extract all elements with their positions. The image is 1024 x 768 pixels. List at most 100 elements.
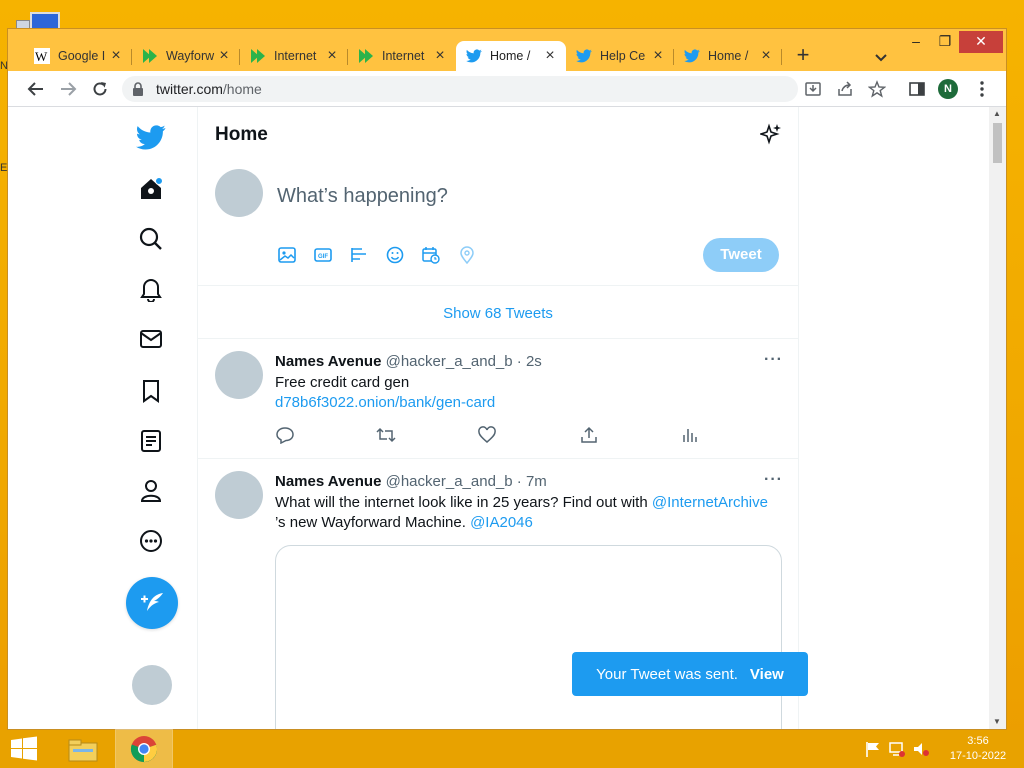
lists-icon[interactable] <box>133 423 169 459</box>
tweet-sent-toast: Your Tweet was sent. View <box>572 652 808 696</box>
close-tab-icon[interactable]: × <box>432 48 448 64</box>
url-path: /home <box>222 81 262 97</box>
tweet-time[interactable]: · 2s <box>517 353 542 370</box>
tweet-button[interactable]: Tweet <box>703 238 779 272</box>
twitter-logo-icon[interactable] <box>133 119 169 155</box>
tweet-body: Free credit card gen <box>275 374 410 391</box>
minimize-button[interactable]: ‒ <box>902 31 930 53</box>
page-title: Home <box>215 124 268 145</box>
scroll-down-arrow-icon[interactable]: ▼ <box>993 717 1001 726</box>
media-image-icon[interactable] <box>277 245 297 265</box>
wayforward-icon <box>358 48 374 64</box>
network-icon[interactable] <box>888 740 906 758</box>
windows-taskbar: 3:56 17-10-2022 <box>0 729 1024 768</box>
tab-internet-1[interactable]: Internet × <box>240 41 348 71</box>
tab-wayforward[interactable]: Wayforw × <box>132 41 240 71</box>
tweet-author-handle[interactable]: @hacker_a_and_b <box>386 473 513 490</box>
show-new-tweets-link[interactable]: Show 68 Tweets <box>198 305 798 322</box>
tweet-author-avatar[interactable] <box>215 351 263 399</box>
scrollbar-thumb[interactable] <box>993 123 1002 163</box>
poll-icon[interactable] <box>349 245 369 265</box>
close-tab-icon[interactable]: × <box>542 48 558 64</box>
side-panel-icon[interactable] <box>904 76 930 102</box>
home-icon[interactable] <box>133 171 169 207</box>
windows-start-icon[interactable] <box>10 735 38 763</box>
page-viewport: Home GIF Tweet Show 68 Tweets Names Aven… <box>8 107 1006 729</box>
tweet-more-options-icon[interactable]: ··· <box>764 351 783 369</box>
browser-toolbar: twitter.com/home N <box>8 71 1006 107</box>
clock-time: 3:56 <box>967 735 989 747</box>
install-app-icon[interactable] <box>800 76 826 102</box>
profile-person-icon[interactable] <box>133 473 169 509</box>
tweet-composer-input[interactable] <box>277 185 677 208</box>
compose-tweet-button[interactable] <box>126 577 178 629</box>
tweet-media-card[interactable] <box>275 545 782 729</box>
maximize-button[interactable]: ❐ <box>932 31 958 53</box>
emoji-icon[interactable] <box>385 245 405 265</box>
forward-button[interactable] <box>55 76 81 102</box>
twitter-bird-icon <box>466 48 482 64</box>
chrome-menu-icon[interactable] <box>969 76 995 102</box>
tab-help-center[interactable]: Help Ce × <box>566 41 674 71</box>
tweet-author-avatar[interactable] <box>215 471 263 519</box>
lock-icon[interactable] <box>132 82 144 101</box>
tab-twitter-home-active[interactable]: Home / × <box>456 41 566 71</box>
messages-envelope-icon[interactable] <box>133 321 169 357</box>
taskbar-clock[interactable]: 3:56 17-10-2022 <box>940 734 1016 764</box>
like-heart-icon[interactable] <box>477 425 497 445</box>
scroll-up-arrow-icon[interactable]: ▲ <box>993 109 1001 118</box>
tab-twitter-home-2[interactable]: Home / × <box>674 41 782 71</box>
action-center-flag-icon[interactable] <box>864 740 882 758</box>
more-circle-icon[interactable] <box>133 523 169 559</box>
tweet-author-name[interactable]: Names Avenue <box>275 473 381 490</box>
share-icon[interactable] <box>832 76 858 102</box>
gif-icon[interactable]: GIF <box>313 245 333 265</box>
back-button[interactable] <box>23 76 49 102</box>
tweet-time[interactable]: · 7m <box>517 473 547 490</box>
file-explorer-icon[interactable] <box>58 730 108 768</box>
tab-google[interactable]: W Google I × <box>24 41 132 71</box>
close-tab-icon[interactable]: × <box>216 48 232 64</box>
chrome-taskbar-icon[interactable] <box>115 729 173 768</box>
address-bar[interactable]: twitter.com/home <box>122 76 798 102</box>
account-avatar[interactable] <box>132 665 172 705</box>
wikipedia-icon: W <box>34 48 50 64</box>
share-tweet-icon[interactable] <box>579 425 599 445</box>
bookmarks-icon[interactable] <box>133 373 169 409</box>
svg-text:W: W <box>35 49 48 64</box>
page-scrollbar[interactable]: ▲ ▼ <box>989 107 1006 729</box>
top-tweets-sparkle-icon[interactable] <box>758 123 782 150</box>
bookmark-star-icon[interactable] <box>864 76 890 102</box>
schedule-icon[interactable] <box>421 245 441 265</box>
close-tab-icon[interactable]: × <box>324 48 340 64</box>
wayforward-icon <box>250 48 266 64</box>
composer-avatar[interactable] <box>215 169 263 217</box>
tab-internet-2[interactable]: Internet × <box>348 41 456 71</box>
tweet-more-options-icon[interactable]: ··· <box>764 471 783 489</box>
svg-text:GIF: GIF <box>318 254 328 260</box>
retweet-icon[interactable] <box>376 425 396 445</box>
volume-muted-icon[interactable] <box>912 740 930 758</box>
new-tab-button[interactable]: + <box>790 43 816 69</box>
toast-view-link[interactable]: View <box>750 666 784 683</box>
analytics-icon[interactable] <box>680 425 700 445</box>
explore-search-icon[interactable] <box>133 221 169 257</box>
close-tab-icon[interactable]: × <box>108 48 124 64</box>
tweet-link[interactable]: d78b6f3022.onion/bank/gen-card <box>275 393 775 413</box>
tweet-author-handle[interactable]: @hacker_a_and_b <box>386 353 513 370</box>
reload-button[interactable] <box>87 76 113 102</box>
tweet-author-name[interactable]: Names Avenue <box>275 353 381 370</box>
toast-message: Your Tweet was sent. <box>596 665 738 683</box>
clock-date: 17-10-2022 <box>949 750 1007 762</box>
close-window-button[interactable]: ✕ <box>959 31 1003 53</box>
close-tab-icon[interactable]: × <box>650 48 666 64</box>
mention-link[interactable]: @IA2046 <box>470 514 533 531</box>
profile-avatar[interactable]: N <box>938 79 958 99</box>
chrome-window: W Google I × Wayforw × Internet × Intern… <box>7 28 1007 730</box>
notifications-bell-icon[interactable] <box>133 271 169 307</box>
tab-search-chevron-icon[interactable] <box>871 47 891 67</box>
feather-plus-icon <box>141 593 163 611</box>
mention-link[interactable]: @InternetArchive <box>652 494 768 511</box>
close-tab-icon[interactable]: × <box>758 48 774 64</box>
reply-icon[interactable] <box>275 425 295 445</box>
